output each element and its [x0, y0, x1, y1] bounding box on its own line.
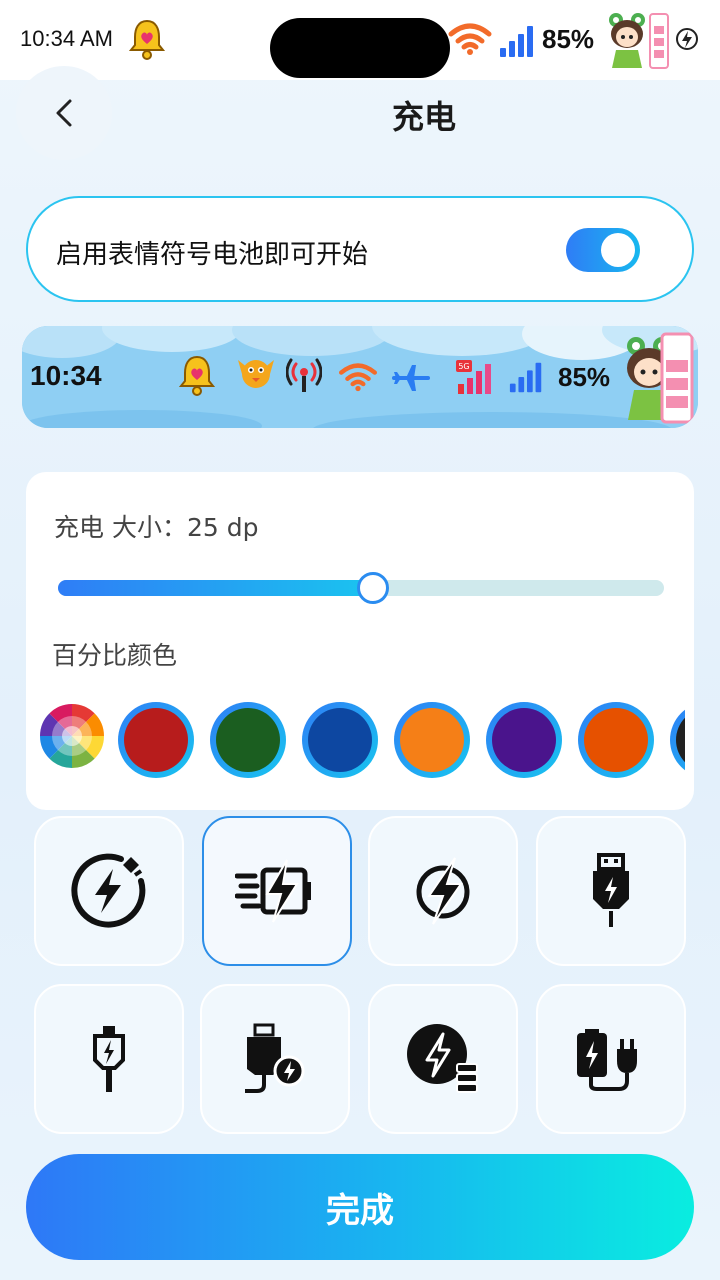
5g-signal-icon: 5G [456, 360, 491, 394]
color-swatch-fill [216, 708, 280, 772]
charge-style-3[interactable] [368, 816, 518, 966]
charging-icon [676, 28, 698, 50]
color-swatch-fill [676, 708, 685, 772]
preview-time: 10:34 [30, 360, 102, 391]
wifi-icon [339, 363, 377, 392]
percent-color-label: 百分比颜色 [52, 641, 178, 670]
charge-style-6[interactable] [200, 984, 350, 1134]
sticker-girl [609, 13, 669, 69]
battery-plug-icon [577, 1029, 637, 1091]
bell-icon [178, 355, 216, 396]
size-slider[interactable] [58, 572, 664, 604]
camera-notch [270, 18, 450, 78]
enable-emoji-battery-toggle[interactable] [566, 228, 640, 272]
size-label: 充电 大小：25 dp [54, 513, 259, 542]
signal-icon [509, 362, 542, 393]
toggle-knob [601, 233, 635, 267]
hotspot-icon [286, 358, 322, 392]
color-swatch[interactable] [118, 702, 194, 778]
status-time: 10:34 AM [20, 26, 113, 51]
color-swatch[interactable] [302, 702, 378, 778]
bell-icon [128, 19, 166, 60]
color-swatch-fill [124, 708, 188, 772]
color-swatch-fill [308, 708, 372, 772]
enable-emoji-battery-label: 启用表情符号电池即可开始 [56, 240, 369, 270]
status-bar-preview: 10:34 5G 85% [22, 326, 698, 428]
sticker-girl [627, 332, 694, 424]
airplane-icon [392, 365, 430, 391]
charge-style-2[interactable] [202, 816, 352, 966]
charge-style-1[interactable] [34, 816, 184, 966]
charge-style-8[interactable] [536, 984, 686, 1134]
preview-battery-percent: 85% [558, 362, 611, 392]
color-swatch-row [40, 702, 685, 782]
bolt-circle-battery-icon [407, 1024, 478, 1093]
done-button[interactable]: 完成 [26, 1154, 694, 1260]
color-swatch[interactable] [394, 702, 470, 778]
bird-icon [238, 360, 274, 388]
charge-style-5[interactable] [34, 984, 184, 1134]
color-swatch-fill [492, 708, 556, 772]
wifi-icon [448, 23, 492, 55]
usb-c-bolt-icon [93, 1026, 125, 1092]
color-wheel-icon[interactable] [40, 704, 104, 768]
status-bar: 10:34 AM 85% [0, 0, 720, 80]
status-battery-percent: 85% [542, 24, 595, 54]
color-swatch[interactable] [210, 702, 286, 778]
size-slider-thumb[interactable] [357, 572, 390, 604]
bolt-circle-plug-icon [71, 853, 146, 928]
color-swatch[interactable] [486, 702, 562, 778]
color-swatch-fill [584, 708, 648, 772]
charge-style-4[interactable] [536, 816, 686, 966]
signal-icon [500, 26, 533, 57]
color-swatch[interactable] [670, 702, 685, 778]
fast-charge-battery-icon [235, 859, 311, 923]
svg-text:5G: 5G [458, 362, 469, 371]
color-swatch-fill [400, 708, 464, 772]
usb-plug-bolt-icon [245, 1023, 305, 1093]
charge-style-7[interactable] [368, 984, 518, 1134]
color-swatch[interactable] [578, 702, 654, 778]
page-title: 充电 [391, 98, 456, 136]
usb-bolt-icon [593, 853, 629, 927]
bolt-circle-icon [416, 857, 470, 925]
size-slider-fill [58, 580, 374, 596]
enable-emoji-battery-card: 启用表情符号电池即可开始 [26, 196, 694, 302]
charging-settings-card: 充电 大小：25 dp 百分比颜色 [26, 472, 694, 810]
